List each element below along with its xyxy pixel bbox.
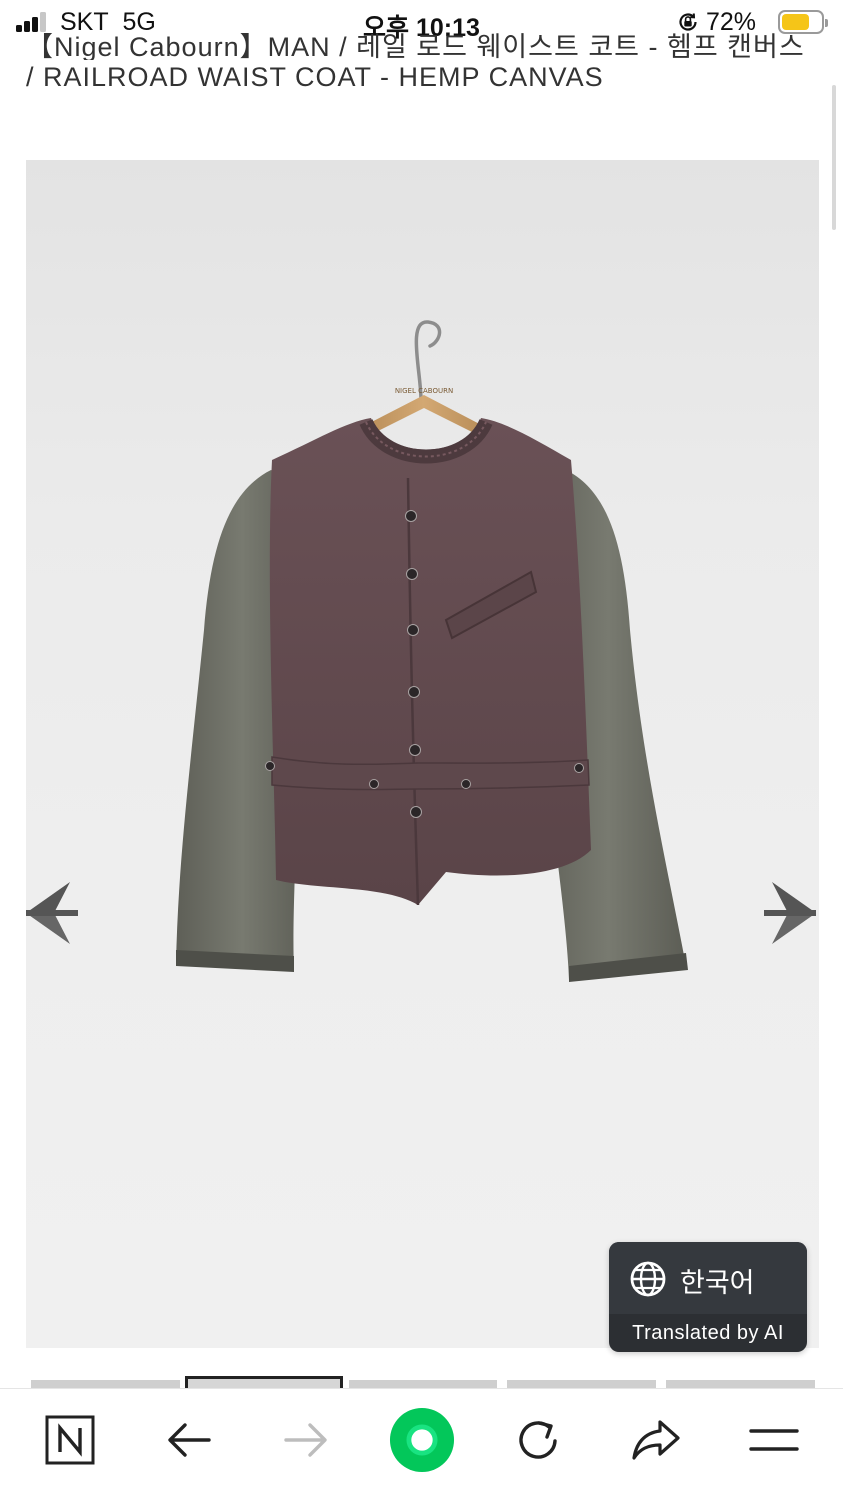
product-title: 【Nigel Cabourn】MAN / 레일 로드 웨이스트 코트 - 헴프 … <box>26 32 826 95</box>
thumbnail-2[interactable] <box>185 1376 343 1388</box>
naver-home-button[interactable] <box>37 1407 103 1473</box>
back-button[interactable] <box>156 1407 222 1473</box>
reload-button[interactable] <box>505 1407 571 1473</box>
gallery-prev-button[interactable] <box>26 880 80 946</box>
green-dot-icon <box>389 1407 455 1473</box>
back-icon <box>168 1423 211 1457</box>
thumbnail-5[interactable] <box>666 1380 815 1388</box>
thumbnail-strip <box>31 1376 815 1388</box>
product-title-line-1: 【Nigel Cabourn】MAN / 레일 로드 웨이스트 코트 - 헴프 … <box>26 32 805 60</box>
thumbnail-4[interactable] <box>507 1380 656 1388</box>
jacket-illustration: NIGEL CABOURN <box>176 320 688 982</box>
translation-badge[interactable]: 한국어 Translated by AI <box>609 1242 807 1352</box>
browser-toolbar <box>0 1388 843 1501</box>
menu-icon <box>749 1429 799 1451</box>
naver-home-icon <box>45 1415 95 1465</box>
reload-icon <box>519 1421 557 1459</box>
gallery-next-button[interactable] <box>762 880 818 946</box>
hanger-logo-text: NIGEL CABOURN <box>395 387 453 395</box>
language-label: 한국어 <box>680 1268 755 1298</box>
battery-fill <box>782 14 809 30</box>
globe-icon <box>630 1261 666 1297</box>
scroll-indicator <box>832 85 836 230</box>
product-title-line-2: / RAILROAD WAIST COAT - HEMP CANVAS <box>26 62 604 92</box>
language-selector[interactable]: 한국어 <box>609 1242 807 1314</box>
product-image[interactable]: NIGEL CABOURN <box>26 160 819 1348</box>
arrow-left-icon <box>26 882 78 944</box>
green-dot-button[interactable] <box>389 1407 455 1473</box>
thumbnail-3[interactable] <box>349 1380 497 1388</box>
translated-by-label: Translated by AI <box>632 1322 784 1344</box>
thumbnail-1[interactable] <box>31 1380 180 1388</box>
menu-button[interactable] <box>741 1407 807 1473</box>
share-button[interactable] <box>623 1407 689 1473</box>
arrow-right-icon <box>764 882 816 944</box>
forward-button[interactable] <box>273 1407 339 1473</box>
share-icon <box>632 1420 680 1460</box>
forward-icon <box>284 1423 327 1457</box>
